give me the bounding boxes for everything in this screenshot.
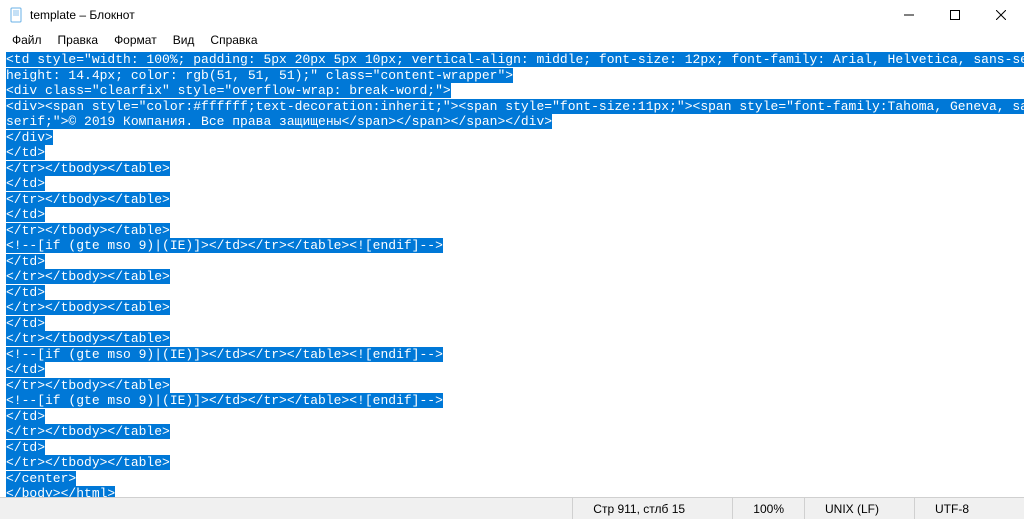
status-line-ending: UNIX (LF)	[804, 498, 914, 519]
window-title: template – Блокнот	[30, 8, 886, 22]
menu-file[interactable]: Файл	[4, 31, 50, 49]
text-editor[interactable]: <td style="width: 100%; padding: 5px 20p…	[0, 50, 1024, 497]
app-icon	[8, 7, 24, 23]
menu-view[interactable]: Вид	[165, 31, 203, 49]
statusbar: Стр 911, стлб 15 100% UNIX (LF) UTF-8	[0, 497, 1024, 519]
close-button[interactable]	[978, 0, 1024, 30]
status-position: Стр 911, стлб 15	[572, 498, 732, 519]
maximize-button[interactable]	[932, 0, 978, 30]
status-encoding: UTF-8	[914, 498, 1024, 519]
minimize-button[interactable]	[886, 0, 932, 30]
window-controls	[886, 0, 1024, 30]
menu-edit[interactable]: Правка	[50, 31, 107, 49]
status-zoom: 100%	[732, 498, 804, 519]
notepad-window: template – Блокнот Файл Правка Формат Ви…	[0, 0, 1024, 519]
menu-help[interactable]: Справка	[202, 31, 265, 49]
menubar: Файл Правка Формат Вид Справка	[0, 30, 1024, 50]
titlebar: template – Блокнот	[0, 0, 1024, 30]
menu-format[interactable]: Формат	[106, 31, 165, 49]
